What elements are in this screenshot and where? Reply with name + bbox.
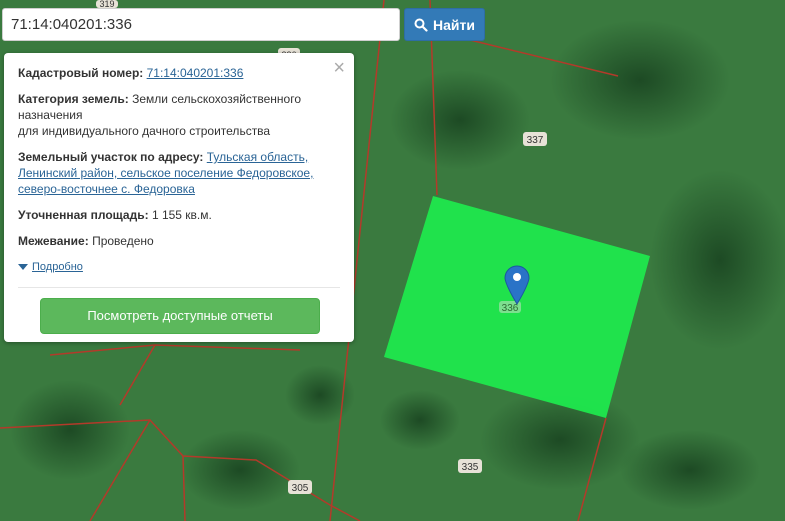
search-input[interactable] (2, 8, 400, 41)
divider (18, 287, 340, 288)
land-category-label: Категория земель: (18, 92, 129, 106)
land-category-row: Категория земель: Земли сельскохозяйстве… (18, 91, 340, 139)
address-row: Земельный участок по адресу: Тульская об… (18, 149, 340, 197)
svg-text:335: 335 (462, 462, 479, 473)
parcel-label-305: 305 (288, 480, 312, 494)
chevron-down-icon (18, 264, 28, 270)
close-icon[interactable]: × (333, 58, 345, 78)
address-label: Земельный участок по адресу: (18, 150, 204, 164)
area-row: Уточненная площадь: 1 155 кв.м. (18, 207, 340, 223)
area-label: Уточненная площадь: (18, 208, 149, 222)
view-reports-button[interactable]: Посмотреть доступные отчеты (40, 298, 320, 334)
address-link-1[interactable]: Тульская область, (207, 150, 308, 164)
parcel-label-337: 337 (523, 132, 547, 146)
area-value: 1 155 кв.м. (151, 208, 212, 222)
survey-value: Проведено (92, 234, 154, 248)
details-toggle[interactable]: Подробно (18, 259, 340, 275)
cadastral-number-label: Кадастровый номер: (18, 66, 144, 80)
search-button[interactable]: Найти (404, 8, 485, 41)
svg-text:305: 305 (292, 483, 309, 494)
svg-text:337: 337 (527, 135, 544, 146)
search-icon (414, 18, 428, 32)
svg-text:336: 336 (502, 303, 519, 314)
land-category-value-3: для индивидуального дачного строительств… (18, 124, 271, 138)
land-category-value-2: назначения (18, 108, 83, 122)
parcel-info-popup: × Кадастровый номер: 71:14:040201:336 Ка… (4, 53, 354, 342)
details-link[interactable]: Подробно (32, 259, 83, 275)
search-button-label: Найти (433, 16, 475, 33)
survey-label: Межевание: (18, 234, 89, 248)
survey-row: Межевание: Проведено (18, 233, 340, 249)
address-link-3[interactable]: северо-восточнее с. Федоровка (18, 182, 195, 196)
cadastral-number-row: Кадастровый номер: 71:14:040201:336 (18, 65, 340, 81)
address-link-2[interactable]: Ленинский район, сельское поселение Федо… (18, 166, 313, 180)
cadastral-number-link[interactable]: 71:14:040201:336 (147, 66, 244, 80)
land-category-value-1: Земли сельскохозяйственного (132, 92, 302, 106)
parcel-label-335: 335 (458, 459, 482, 473)
